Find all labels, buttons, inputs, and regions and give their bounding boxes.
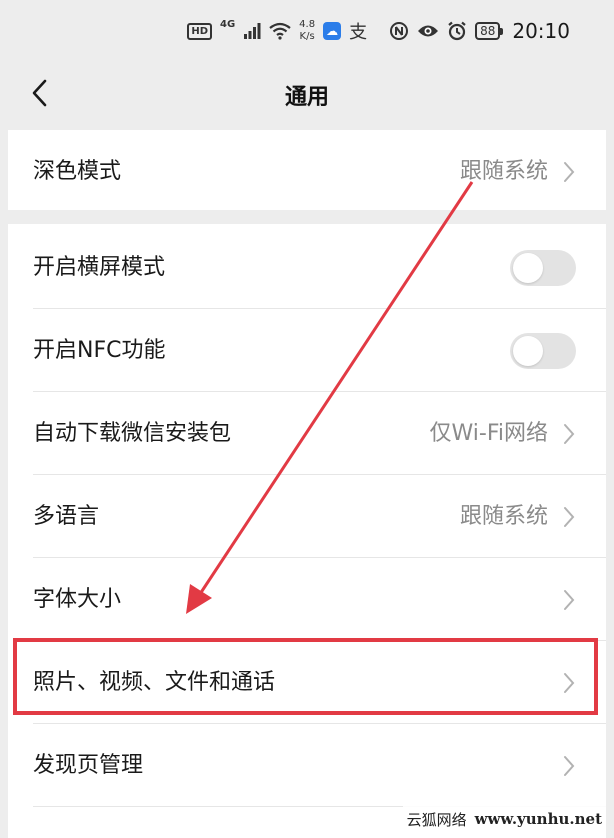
network-speed-value: 4.8 xyxy=(299,19,316,30)
battery-icon: 88 xyxy=(475,22,504,40)
settings-group-general: 开启横屏模式 开启NFC功能 自动下载微信安装包 仅Wi-Fi网络 多语言 跟随… xyxy=(8,224,606,838)
clock: 20:10 xyxy=(512,19,570,43)
setting-row-language[interactable]: 多语言 跟随系统 xyxy=(8,475,606,558)
chevron-right-icon xyxy=(564,424,575,444)
setting-row-discover-management[interactable]: 发现页管理 xyxy=(8,724,606,807)
network-speed: 4.8 K/s xyxy=(299,19,315,43)
watermark-domain: www.yunhu.net xyxy=(474,810,602,828)
chevron-right-icon xyxy=(564,507,575,527)
landscape-mode-toggle[interactable] xyxy=(510,250,576,286)
setting-row-auto-download[interactable]: 自动下载微信安装包 仅Wi-Fi网络 xyxy=(8,392,606,475)
settings-group-display: 深色模式 跟随系统 xyxy=(8,130,606,210)
setting-row-landscape-mode[interactable]: 开启横屏模式 xyxy=(8,226,606,309)
toggle-knob xyxy=(513,336,543,366)
eye-icon xyxy=(418,25,439,37)
page-title: 通用 xyxy=(284,85,329,110)
setting-row-nfc[interactable]: 开启NFC功能 xyxy=(8,309,606,392)
setting-label: 多语言 xyxy=(33,504,100,529)
watermark-text: 云狐网络 xyxy=(406,810,467,829)
chevron-right-icon xyxy=(564,162,575,182)
nfc-icon xyxy=(390,22,409,40)
chevron-right-icon xyxy=(564,590,575,610)
watermark: 云狐网络 www.yunhu.net xyxy=(402,806,606,832)
setting-label: 开启NFC功能 xyxy=(33,338,166,363)
setting-label: 发现页管理 xyxy=(33,753,144,778)
alipay-icon: 支 xyxy=(349,22,368,43)
status-icons: HD 4G 4.8 K/s ☁ 支 88 20:10 xyxy=(187,16,570,46)
cloud-app-icon: ☁ xyxy=(323,22,342,40)
toggle-knob xyxy=(513,253,543,283)
setting-row-font-size[interactable]: 字体大小 xyxy=(8,558,606,641)
highlight-box xyxy=(13,638,598,715)
chevron-right-icon xyxy=(564,756,575,776)
setting-value: 跟随系统 xyxy=(459,159,548,184)
nfc-toggle[interactable] xyxy=(510,333,576,369)
network-speed-unit: K/s xyxy=(299,31,315,42)
hd-badge: HD xyxy=(187,22,212,40)
nav-bar: 通用 xyxy=(0,62,614,126)
setting-label: 自动下载微信安装包 xyxy=(33,421,232,446)
setting-row-dark-mode[interactable]: 深色模式 跟随系统 xyxy=(8,130,606,213)
setting-label: 开启横屏模式 xyxy=(33,255,166,280)
alarm-icon xyxy=(448,21,466,41)
signal-icon xyxy=(244,23,261,39)
setting-label: 字体大小 xyxy=(33,587,122,612)
wifi-icon xyxy=(269,22,291,40)
network-type-label: 4G xyxy=(220,19,236,30)
status-bar: HD 4G 4.8 K/s ☁ 支 88 20:10 xyxy=(0,0,614,62)
setting-value: 跟随系统 xyxy=(459,504,548,529)
setting-value: 仅Wi-Fi网络 xyxy=(429,421,549,446)
setting-label: 深色模式 xyxy=(33,159,122,184)
